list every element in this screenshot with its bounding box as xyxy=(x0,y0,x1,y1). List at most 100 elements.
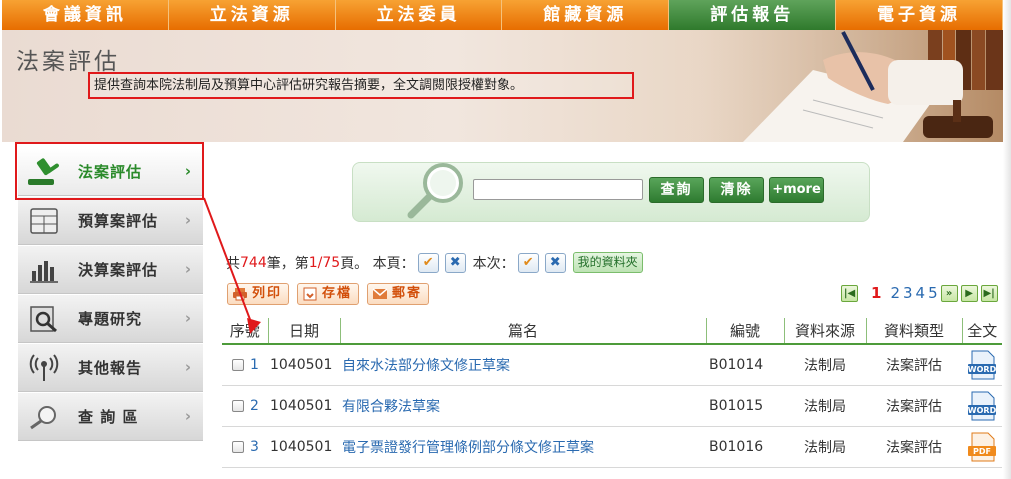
page-link[interactable]: 4 xyxy=(916,284,926,302)
table-row: 2 1040501 有限合夥法草案 B01015 法制局 法案評估 WORD xyxy=(222,385,1002,427)
pagination: |◀ 1 2 3 4 5 » ▶ ▶| xyxy=(841,284,998,302)
chevron-right-icon: › xyxy=(184,309,191,327)
page-current: 1 xyxy=(871,284,882,302)
next-page-button[interactable]: ▶ xyxy=(960,284,978,302)
file-label: WORD xyxy=(968,365,997,374)
page-link[interactable]: 3 xyxy=(903,284,913,302)
row-date: 1040501 xyxy=(268,385,340,427)
row-seq[interactable]: 3 xyxy=(250,439,259,455)
nav-legislators[interactable]: 立法委員 xyxy=(335,0,503,30)
mail-button[interactable]: 郵寄 xyxy=(367,283,430,305)
nav-electronic-resources[interactable]: 電子資源 xyxy=(836,0,1003,30)
page-description: 提供查詢本院法制局及預算中心評估研究報告摘要，全文調閱限授權對象。 xyxy=(88,72,634,99)
row-type: 法案評估 xyxy=(866,344,962,386)
next-group-button[interactable]: » xyxy=(940,284,958,302)
sidebar-item-label: 專題研究 xyxy=(78,310,143,328)
row-code: B01014 xyxy=(706,344,784,386)
print-button[interactable]: 列印 xyxy=(227,283,290,305)
chevron-right-icon: › xyxy=(184,407,191,425)
page-banner: 法案評估 提供查詢本院法制局及預算中心評估研究報告摘要，全文調閱限授權對象。 xyxy=(2,30,1003,142)
nav-meeting-info[interactable]: 會議資訊 xyxy=(2,0,169,30)
calculator-icon xyxy=(26,206,62,236)
file-label: WORD xyxy=(968,406,997,415)
sidebar-item-other-reports[interactable]: 其他報告 › xyxy=(18,344,203,392)
row-checkbox[interactable] xyxy=(232,440,244,453)
word-icon[interactable]: WORD xyxy=(966,350,998,380)
results-table: 序號 日期 篇名 編號 資料來源 資料類型 全文 1 1040501 自來水法部… xyxy=(222,318,1002,468)
more-button[interactable]: +more xyxy=(769,177,824,203)
last-page-button[interactable]: ▶| xyxy=(980,284,998,302)
page-edge xyxy=(1003,0,1011,479)
select-all-page-button[interactable]: ✔ xyxy=(417,252,439,273)
result-summary: 共 744 筆，第 1/75 頁。 本頁： ✔ ✖ 本次： ✔ ✖ 我的資料夾 xyxy=(226,252,643,273)
chevron-right-icon: › xyxy=(184,162,191,180)
col-type: 資料類型 xyxy=(865,318,962,345)
pdf-icon[interactable]: PDF xyxy=(966,432,998,462)
page-link[interactable]: 2 xyxy=(890,284,900,302)
row-title-link[interactable]: 有限合夥法草案 xyxy=(340,385,706,427)
gavel-icon xyxy=(26,157,62,187)
nav-library-resources[interactable]: 館藏資源 xyxy=(502,0,670,30)
sidebar-item-label: 預算案評估 xyxy=(78,212,159,230)
save-label: 存檔 xyxy=(322,286,353,301)
col-date: 日期 xyxy=(267,318,340,345)
row-type: 法案評估 xyxy=(866,426,962,468)
result-page: 1/75 xyxy=(308,254,341,271)
sidebar: 法案評估 › 預算案評估 › 決算案評估 › 專題研究 › 其他報告 › 查 詢… xyxy=(18,148,203,442)
save-file-icon xyxy=(303,287,317,301)
row-title-link[interactable]: 電子票證發行管理條例部分條文修正草案 xyxy=(340,426,706,468)
page-title: 法案評估 xyxy=(16,49,120,75)
table-header-row: 序號 日期 篇名 編號 資料來源 資料類型 全文 xyxy=(222,318,1002,345)
result-total: 744 xyxy=(240,254,267,271)
mail-label: 郵寄 xyxy=(392,286,423,301)
chevron-right-icon: › xyxy=(184,211,191,229)
col-fulltext: 全文 xyxy=(961,318,1002,345)
row-type: 法案評估 xyxy=(866,385,962,427)
banner-illustration xyxy=(673,30,1003,142)
clear-button[interactable]: 清除 xyxy=(709,177,764,203)
row-checkbox[interactable] xyxy=(232,358,244,371)
result-this-time-label: 本次： xyxy=(472,255,515,272)
result-prefix: 共 xyxy=(226,255,240,272)
chevron-right-icon: › xyxy=(184,260,191,278)
save-button[interactable]: 存檔 xyxy=(297,283,360,305)
print-label: 列印 xyxy=(252,286,283,301)
chevron-right-icon: › xyxy=(184,358,191,376)
col-seq: 序號 xyxy=(222,318,268,345)
select-all-session-button[interactable]: ✔ xyxy=(517,252,539,273)
mail-icon xyxy=(372,288,388,299)
bar-chart-icon xyxy=(26,255,62,285)
nav-evaluation-reports[interactable]: 評估報告 xyxy=(669,0,837,30)
word-icon[interactable]: WORD xyxy=(966,391,998,421)
sidebar-item-label: 法案評估 xyxy=(78,163,143,181)
search-input[interactable] xyxy=(473,179,643,200)
first-page-button[interactable]: |◀ xyxy=(841,284,858,302)
nav-legislative-resources[interactable]: 立法資源 xyxy=(168,0,336,30)
sidebar-item-query-area[interactable]: 查 詢 區 › xyxy=(18,393,203,441)
query-button[interactable]: 查詢 xyxy=(649,177,704,203)
sidebar-item-bill-evaluation[interactable]: 法案評估 › xyxy=(18,148,203,196)
sidebar-item-budget-evaluation[interactable]: 預算案評估 › xyxy=(18,197,203,245)
magnifier-icon xyxy=(407,163,463,219)
row-seq[interactable]: 1 xyxy=(250,357,259,373)
search-panel: 查詢 清除 +more xyxy=(352,162,870,222)
toolbar: 列印 存檔 郵寄 xyxy=(227,283,430,305)
sidebar-item-final-accounts-evaluation[interactable]: 決算案評估 › xyxy=(18,246,203,294)
row-source: 法制局 xyxy=(784,344,866,386)
col-title: 篇名 xyxy=(339,318,706,345)
top-navigation: 會議資訊 立法資源 立法委員 館藏資源 評估報告 電子資源 xyxy=(2,0,1003,30)
search-icon xyxy=(26,402,62,432)
row-checkbox[interactable] xyxy=(232,399,244,412)
col-source: 資料來源 xyxy=(783,318,866,345)
row-title-link[interactable]: 自來水法部分條文修正草案 xyxy=(340,344,706,386)
row-seq[interactable]: 2 xyxy=(250,398,259,414)
deselect-all-page-button[interactable]: ✖ xyxy=(444,252,466,273)
sidebar-item-special-research[interactable]: 專題研究 › xyxy=(18,295,203,343)
table-row: 1 1040501 自來水法部分條文修正草案 B01014 法制局 法案評估 W… xyxy=(222,344,1002,386)
row-code: B01016 xyxy=(706,426,784,468)
row-source: 法制局 xyxy=(784,385,866,427)
row-date: 1040501 xyxy=(268,344,340,386)
deselect-all-session-button[interactable]: ✖ xyxy=(544,252,566,273)
page-link[interactable]: 5 xyxy=(928,284,938,302)
my-folder-button[interactable]: 我的資料夾 xyxy=(572,252,643,273)
